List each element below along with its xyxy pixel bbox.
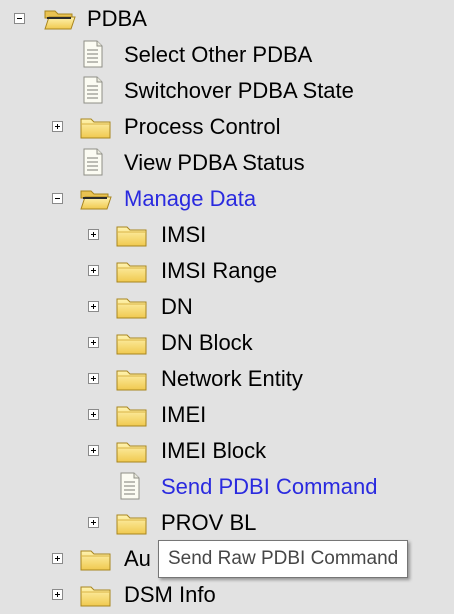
folder-icon bbox=[116, 370, 147, 391]
tree-node-label: PDBA bbox=[87, 6, 147, 31]
collapse-toggle-pdba[interactable] bbox=[14, 13, 25, 24]
expand-toggle-dn[interactable] bbox=[88, 301, 99, 312]
expand-toggle-imei[interactable] bbox=[88, 409, 99, 420]
folder-icon bbox=[80, 550, 111, 571]
tree-node-label: Manage Data bbox=[124, 186, 257, 211]
tree-node-label: Au bbox=[124, 546, 151, 571]
expand-toggle-dn-block[interactable] bbox=[88, 337, 99, 348]
folder-icon bbox=[116, 406, 147, 427]
folder-icon bbox=[116, 334, 147, 355]
document-icon bbox=[83, 40, 103, 68]
navigation-tree: PDBA Select Other PDBA Switchover PDBA S… bbox=[0, 0, 454, 611]
expand-toggle-network-entity[interactable] bbox=[88, 373, 99, 384]
expand-toggle-dsm-info[interactable] bbox=[52, 589, 63, 600]
tree-node-imsi[interactable]: IMSI bbox=[0, 218, 454, 254]
tooltip: Send Raw PDBI Command bbox=[158, 540, 409, 578]
tree-node-label: PROV BL bbox=[161, 510, 257, 535]
expand-toggle-imsi[interactable] bbox=[88, 229, 99, 240]
tree-node-label: IMSI bbox=[161, 222, 207, 247]
expand-toggle-process-control[interactable] bbox=[52, 121, 63, 132]
tree-node-imei-block[interactable]: IMEI Block bbox=[0, 434, 454, 470]
tree-node-select-other-pdba[interactable]: Select Other PDBA bbox=[0, 38, 454, 74]
tree-node-dsm-info[interactable]: DSM Info bbox=[0, 578, 454, 614]
expand-toggle-imei-block[interactable] bbox=[88, 445, 99, 456]
collapse-toggle-manage-data[interactable] bbox=[52, 193, 63, 204]
tree-node-pdba[interactable]: PDBA bbox=[0, 2, 454, 38]
expand-toggle-imsi-range[interactable] bbox=[88, 265, 99, 276]
folder-icon bbox=[80, 586, 111, 607]
tree-node-label: DSM Info bbox=[124, 582, 216, 607]
tree-node-label: IMEI Block bbox=[161, 438, 267, 463]
tree-node-dn-block[interactable]: DN Block bbox=[0, 326, 454, 362]
folder-icon bbox=[116, 442, 147, 463]
folder-icon bbox=[116, 514, 147, 535]
tree-node-switchover-pdba-state[interactable]: Switchover PDBA State bbox=[0, 74, 454, 110]
expand-toggle-prov-bl[interactable] bbox=[88, 517, 99, 528]
tree-node-network-entity[interactable]: Network Entity bbox=[0, 362, 454, 398]
tree-node-imsi-range[interactable]: IMSI Range bbox=[0, 254, 454, 290]
tree-node-label: Send PDBI Command bbox=[161, 474, 378, 499]
folder-icon bbox=[80, 118, 111, 139]
tree-node-view-pdba-status[interactable]: View PDBA Status bbox=[0, 146, 454, 182]
open-folder-icon bbox=[80, 190, 112, 210]
tree-node-imei[interactable]: IMEI bbox=[0, 398, 454, 434]
tree-node-label: Network Entity bbox=[161, 366, 303, 391]
tree-node-dn[interactable]: DN bbox=[0, 290, 454, 326]
tree-node-label: Switchover PDBA State bbox=[124, 78, 354, 103]
folder-icon bbox=[116, 298, 147, 319]
tree-node-label: DN bbox=[161, 294, 193, 319]
folder-icon bbox=[116, 226, 147, 247]
tree-node-label: View PDBA Status bbox=[124, 150, 305, 175]
tree-node-process-control[interactable]: Process Control bbox=[0, 110, 454, 146]
tree-node-label: IMEI bbox=[161, 402, 207, 427]
tree-node-manage-data[interactable]: Manage Data bbox=[0, 182, 454, 218]
tree-node-label: IMSI Range bbox=[161, 258, 278, 283]
document-icon bbox=[83, 76, 103, 104]
folder-icon bbox=[116, 262, 147, 283]
document-icon bbox=[120, 472, 140, 500]
expand-toggle-au[interactable] bbox=[52, 553, 63, 564]
tree-node-send-pdbi-command[interactable]: Send PDBI Command bbox=[0, 470, 454, 506]
tree-node-label: Process Control bbox=[124, 114, 281, 139]
tree-node-label: DN Block bbox=[161, 330, 253, 355]
open-folder-icon bbox=[44, 10, 76, 30]
document-icon bbox=[83, 148, 103, 176]
tree-node-label: Select Other PDBA bbox=[124, 42, 313, 67]
tree-node-prov-bl[interactable]: PROV BL bbox=[0, 506, 454, 542]
